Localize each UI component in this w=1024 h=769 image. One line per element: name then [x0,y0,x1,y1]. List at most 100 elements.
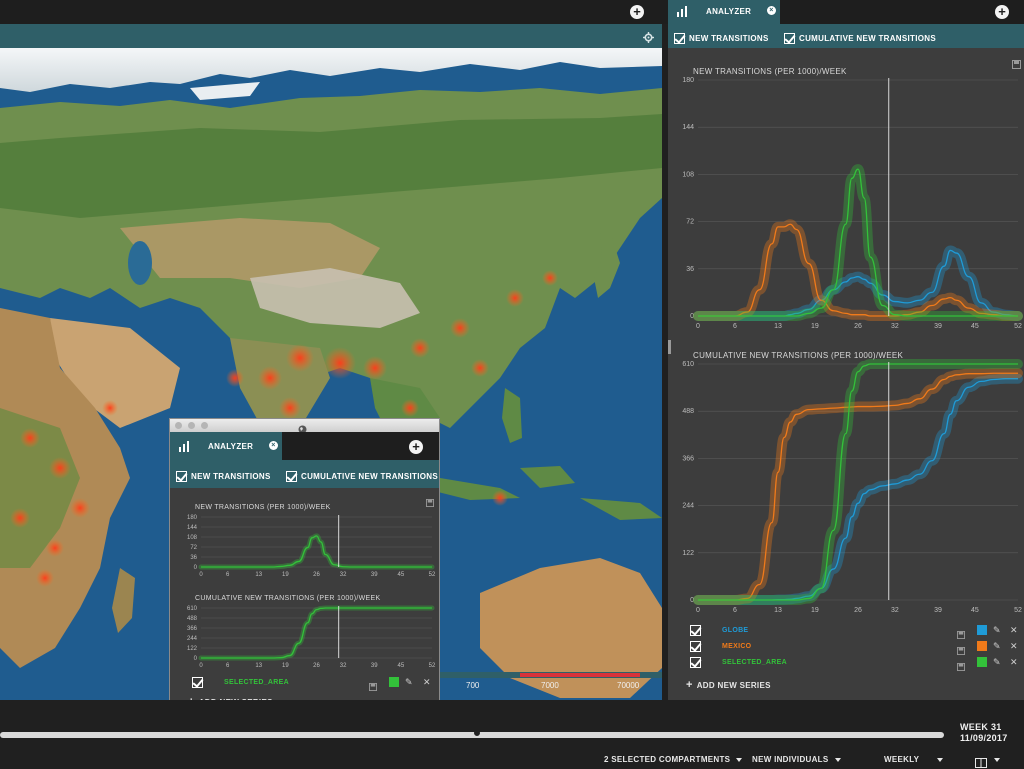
floating-analyzer-window[interactable]: ANALYZER × + NEW TRANSITIONS CUMULATIVE … [169,418,440,718]
series-save-icon[interactable] [957,658,965,676]
edit-pencil-icon[interactable]: ✎ [993,657,1001,667]
series-line-globe [697,378,1018,601]
bar-chart-icon [676,5,688,19]
series-band-selected_area [693,164,1023,321]
y-tick-label: 72 [686,219,694,226]
compartments-dropdown[interactable]: 2 SELECTED COMPARTMENTS [604,755,743,764]
remove-series-icon[interactable]: ✕ [423,677,431,687]
y-tick-label: 122 [187,646,198,652]
x-tick-label: 45 [971,607,979,614]
series-save-icon[interactable] [369,678,377,696]
float-add-tab-icon[interactable]: + [409,440,423,454]
remove-series-icon[interactable]: ✕ [1010,657,1018,667]
x-tick-label: 32 [891,607,899,614]
color-scale-label-high: 70000 [617,681,640,690]
series-color-swatch[interactable] [977,625,987,635]
series-visibility-checkbox[interactable] [690,641,701,652]
y-tick-label: 36 [190,555,197,561]
legend-row[interactable]: GLOBE ✎ ✕ [668,624,1024,639]
series-band-mexico [693,368,1023,605]
compartments-chevron-down-icon [736,757,743,762]
remove-series-icon[interactable]: ✕ [1010,625,1018,635]
series-color-swatch[interactable] [977,641,987,651]
edit-pencil-icon[interactable]: ✎ [993,625,1001,635]
color-scale-label-mid: 7000 [541,681,559,690]
float-new-transitions-label: NEW TRANSITIONS [191,472,271,482]
individuals-chevron-down-icon [834,757,841,762]
x-tick-label: 19 [282,572,289,578]
settings-gear-icon[interactable] [643,30,654,43]
cumulative-checkbox[interactable] [784,33,795,45]
window-zoom-button[interactable] [201,422,208,429]
series-band-mexico [693,219,1023,321]
individuals-dropdown[interactable]: NEW INDIVIDUALS [752,755,841,764]
cumulative-label: CUMULATIVE NEW TRANSITIONS [799,34,936,44]
x-tick-label: 6 [226,663,230,669]
float-tab-analyzer[interactable]: ANALYZER × [170,432,282,460]
x-tick-label: 39 [934,323,942,330]
timeline-bar [0,700,1024,769]
new-transitions-checkbox[interactable] [674,33,685,45]
x-tick-label: 13 [255,663,262,669]
analyzer-panel: ANALYZER × + NEW TRANSITIONS CUMULATIVE … [668,0,1024,700]
timeline-slider-track[interactable] [0,732,944,738]
series-visibility-checkbox[interactable] [690,625,701,636]
series-visibility-checkbox[interactable] [690,657,701,668]
panel-divider [668,340,671,354]
add-tab-icon[interactable]: + [995,5,1009,19]
series-color-swatch[interactable] [389,677,399,687]
plus-icon: + [686,679,693,691]
cumulative-toggle[interactable]: CUMULATIVE NEW TRANSITIONS [784,30,936,48]
legend-row[interactable]: MEXICO ✎ ✕ [668,640,1024,655]
x-tick-label: 45 [971,323,979,330]
week-indicator: WEEK 31 11/09/2017 [960,722,1008,744]
layout-chevron-down-icon[interactable] [994,758,1000,762]
edit-pencil-icon[interactable]: ✎ [405,677,413,687]
float-cumulative-chart: 610 488 366 244 122 00 6 13 19 26 32 39 45 52 [187,605,436,669]
save-chart-icon[interactable] [1012,56,1021,74]
float-cumulative-toggle[interactable]: CUMULATIVE NEW TRANSITIONS [286,468,438,486]
x-tick-label: 45 [398,663,405,669]
add-panel-icon[interactable]: + [630,5,644,19]
float-chart1-title: NEW TRANSITIONS (PER 1000)/WEEK [195,504,331,511]
tab-analyzer[interactable]: ANALYZER × [668,0,780,24]
window-minimize-button[interactable] [188,422,195,429]
x-tick-label: 52 [1014,323,1022,330]
series-color-swatch[interactable] [977,657,987,667]
legend-row[interactable]: SELECTED_AREA ✎ ✕ [170,676,439,691]
float-options-bar: NEW TRANSITIONS CUMULATIVE NEW TRANSITIO… [170,460,439,488]
tab-analyzer-label: ANALYZER [706,7,752,16]
legend-row[interactable]: SELECTED_AREA ✎ ✕ [668,656,1024,671]
remove-series-icon[interactable]: ✕ [1010,641,1018,651]
new-transitions-chart: 180144108723600 6 13 19 26 32 39 45 52 [682,77,1023,330]
x-tick-label: 52 [1014,607,1022,614]
window-close-button[interactable] [175,422,182,429]
window-titlebar[interactable] [170,419,439,434]
timeline-slider-thumb[interactable] [473,730,480,736]
legend-series-name: SELECTED_AREA [722,659,787,666]
float-cumulative-checkbox[interactable] [286,471,297,483]
y-tick-label: 610 [187,606,198,612]
y-tick-label: 366 [682,455,694,462]
x-tick-label: 52 [429,663,436,669]
y-tick-label: 366 [187,626,198,632]
close-tab-icon[interactable]: × [767,6,776,15]
y-tick-label: 244 [682,503,694,510]
edit-pencil-icon[interactable]: ✎ [993,641,1001,651]
float-save-chart-icon[interactable] [426,494,434,512]
new-transitions-toggle[interactable]: NEW TRANSITIONS [674,30,769,48]
period-dropdown[interactable]: WEEKLY [884,755,944,764]
x-tick-label: 45 [398,572,405,578]
float-new-transitions-checkbox[interactable] [176,471,187,483]
layout-toggle-icon[interactable] [975,755,987,769]
float-new-transitions-toggle[interactable]: NEW TRANSITIONS [176,468,271,486]
y-tick-label: 0 [194,565,198,571]
compartments-dropdown-label: 2 SELECTED COMPARTMENTS [604,755,731,764]
float-close-tab-icon[interactable]: × [269,441,278,450]
float-tab-label: ANALYZER [208,442,254,451]
x-tick-label: 39 [371,663,378,669]
x-tick-label: 0 [199,663,203,669]
series-visibility-checkbox[interactable] [192,677,203,688]
add-new-series-button[interactable]: + ADD NEW SERIES [686,679,771,691]
x-tick-label: 0 [696,607,700,614]
